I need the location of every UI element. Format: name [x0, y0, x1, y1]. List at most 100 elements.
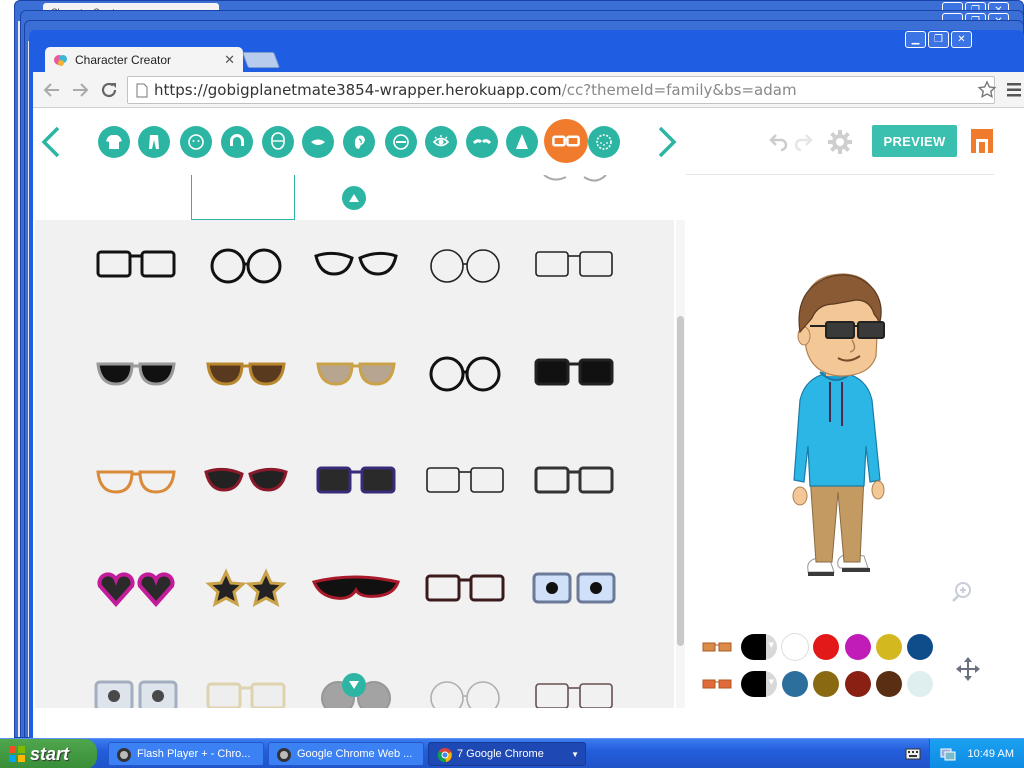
glasses-icon	[552, 135, 580, 147]
color-swatch[interactable]	[813, 671, 839, 697]
start-label: start	[30, 743, 70, 764]
preview-button[interactable]: PREVIEW	[872, 125, 957, 157]
new-tab-button[interactable]	[242, 52, 280, 68]
scroll-up-button[interactable]	[342, 186, 366, 210]
color-swatch[interactable]	[782, 634, 808, 660]
glasses-item[interactable]	[304, 240, 408, 288]
glasses-item[interactable]	[194, 672, 298, 708]
nose-icon	[516, 134, 528, 149]
glasses-item[interactable]	[522, 456, 626, 504]
color-swatch[interactable]	[876, 634, 902, 660]
chrome-app-icon	[437, 748, 452, 763]
back-icon[interactable]	[43, 81, 61, 99]
category-eye[interactable]	[425, 126, 457, 158]
scrollbar-thumb[interactable]	[677, 316, 684, 646]
glasses-item[interactable]	[413, 564, 517, 612]
category-nose[interactable]	[506, 126, 538, 158]
glasses-item[interactable]	[304, 564, 408, 612]
tab-close-icon[interactable]: ✕	[224, 52, 235, 68]
color-picker-dropdown[interactable]: ▼	[741, 671, 777, 697]
glasses-item[interactable]	[194, 456, 298, 504]
category-head[interactable]	[180, 126, 212, 158]
category-hair[interactable]	[221, 126, 253, 158]
category-next-icon[interactable]	[656, 126, 678, 158]
tab-strip: Character Creator ✕	[33, 30, 1024, 72]
glasses-grid	[35, 220, 674, 662]
category-pants[interactable]	[138, 126, 170, 158]
color-swatch[interactable]	[876, 671, 902, 697]
glasses-item[interactable]	[413, 456, 517, 504]
maximize-button[interactable]: ❐	[928, 31, 949, 48]
color-swatch[interactable]	[845, 671, 871, 697]
keyboard-icon[interactable]	[905, 747, 921, 761]
color-swatch[interactable]	[907, 634, 933, 660]
forward-icon[interactable]	[71, 81, 89, 99]
category-beard[interactable]	[385, 126, 417, 158]
grid-scrollbar[interactable]	[676, 220, 685, 708]
color-picker-dropdown[interactable]: ▼	[741, 634, 777, 660]
flash-app-icon	[117, 748, 131, 762]
glasses-item[interactable]	[413, 240, 517, 288]
tab-title: Character Creator	[75, 52, 172, 67]
glasses-item[interactable]	[522, 348, 626, 396]
glasses-item[interactable]	[304, 456, 408, 504]
selected-item-frame[interactable]	[191, 175, 295, 220]
taskbar-item-flash[interactable]: Flash Player + - Chro...	[108, 742, 264, 766]
glasses-item[interactable]	[522, 564, 626, 612]
network-icon[interactable]	[940, 746, 956, 762]
glasses-item[interactable]	[84, 240, 188, 288]
close-window-button[interactable]: ✕	[951, 31, 972, 48]
address-bar[interactable]: https://gobigplanetmate3854-wrapper.hero…	[127, 76, 995, 104]
taskbar-item-label: Google Chrome Web ...	[297, 748, 413, 760]
face-shape-icon	[271, 132, 285, 150]
settings-gear-icon[interactable]	[827, 129, 853, 155]
category-eyebrow[interactable]	[466, 126, 498, 158]
glasses-item[interactable]	[84, 348, 188, 396]
undo-icon[interactable]	[768, 132, 788, 152]
glasses-item[interactable]	[194, 240, 298, 288]
category-mouth[interactable]	[302, 126, 334, 158]
ear-icon	[354, 135, 365, 149]
category-face-shape[interactable]	[262, 126, 294, 158]
taskbar-item-chrome-group[interactable]: 7 Google Chrome ▼	[428, 742, 586, 766]
taskbar-item-chrome-web[interactable]: Google Chrome Web ...	[268, 742, 424, 766]
category-glasses[interactable]	[544, 119, 588, 163]
color-swatch[interactable]	[813, 634, 839, 660]
windows-logo-icon	[9, 746, 25, 762]
glasses-item[interactable]	[413, 672, 517, 708]
glasses-item[interactable]	[304, 348, 408, 396]
color-swatch[interactable]	[782, 671, 808, 697]
category-ear[interactable]	[343, 126, 375, 158]
url-path: /cc?themeId=family&bs=adam	[561, 81, 797, 99]
color-swatch[interactable]	[907, 671, 933, 697]
glasses-item[interactable]	[84, 564, 188, 612]
hair-icon	[230, 134, 244, 146]
menu-icon[interactable]	[1007, 82, 1021, 98]
category-face-detail[interactable]	[588, 126, 620, 158]
zoom-in-icon[interactable]	[951, 581, 973, 603]
save-icon[interactable]	[970, 128, 994, 154]
scroll-down-button[interactable]	[342, 673, 366, 697]
taskbar: start Flash Player + - Chro... Google Ch…	[0, 738, 1024, 768]
glasses-item[interactable]	[522, 672, 626, 708]
glasses-item[interactable]	[194, 564, 298, 612]
glasses-item[interactable]	[194, 348, 298, 396]
tab-character-creator[interactable]: Character Creator ✕	[45, 47, 243, 72]
redo-icon[interactable]	[794, 132, 814, 152]
category-shirt[interactable]	[98, 126, 130, 158]
start-button[interactable]: start	[0, 739, 97, 768]
glasses-item[interactable]	[413, 348, 517, 396]
color-swatch[interactable]	[845, 634, 871, 660]
bookmark-star-icon[interactable]	[977, 80, 997, 100]
mouth-icon	[311, 139, 325, 145]
move-arrows-icon[interactable]	[955, 656, 981, 682]
minimize-button[interactable]: ▁	[905, 31, 926, 48]
category-prev-icon[interactable]	[40, 126, 62, 158]
glasses-item[interactable]	[84, 456, 188, 504]
reload-icon[interactable]	[99, 80, 119, 100]
glasses-item[interactable]	[84, 672, 188, 708]
lens-color-glasses-icon	[702, 679, 732, 689]
group-dropdown-icon[interactable]: ▼	[571, 750, 579, 759]
triangle-down-icon	[349, 681, 359, 689]
glasses-item[interactable]	[522, 240, 626, 288]
